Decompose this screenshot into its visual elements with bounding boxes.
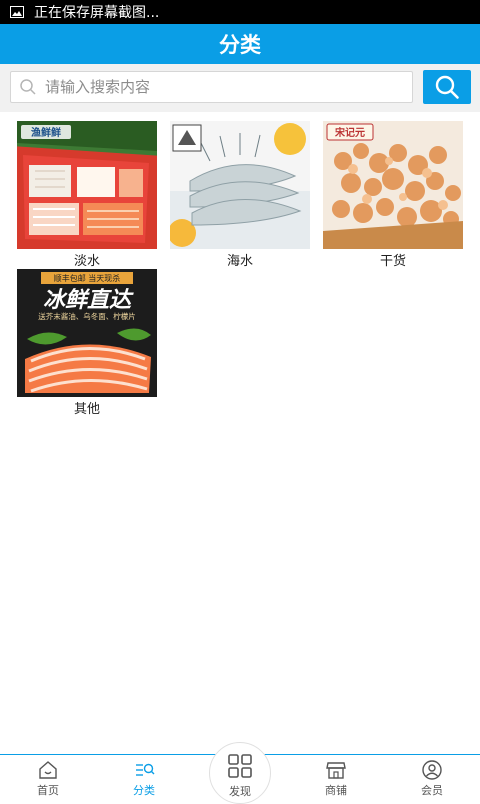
image-icon [10, 6, 24, 18]
nav-label: 首页 [37, 784, 59, 797]
page-title: 分类 [219, 33, 261, 57]
shop-icon [326, 762, 346, 779]
category-label: 其他 [73, 402, 100, 417]
salmon-ad-photo: 顺丰包邮 当天现杀 冰鲜直达 送芥末酱油、乌冬面、柠檬片 [17, 269, 157, 397]
status-bar: 正在保存屏幕截图... [0, 0, 480, 24]
search-area [0, 64, 480, 112]
sashimi-platter-photo: 渔鲜鲜 [17, 121, 157, 249]
search-button[interactable] [423, 70, 471, 104]
nav-item-shop[interactable]: 商铺 [288, 755, 384, 800]
search-input[interactable] [45, 78, 385, 96]
brand-logo: 宋记元 [334, 126, 365, 139]
category-label: 干货 [379, 254, 406, 269]
brand-logo: 渔鲜鲜 [31, 126, 61, 139]
ad-title-text: 冰鲜直达 [43, 288, 134, 313]
dried-shrimp-photo: 宋记元 [323, 121, 463, 249]
search-icon [435, 75, 459, 99]
user-icon [422, 760, 442, 780]
category-card-freshwater[interactable]: 渔鲜鲜 淡水 [17, 121, 157, 271]
nav-label: 会员 [421, 784, 443, 797]
category-label: 海水 [226, 254, 253, 269]
status-text: 正在保存屏幕截图... [34, 5, 160, 21]
nav-label: 分类 [133, 784, 155, 797]
ad-top-text: 顺丰包邮 当天现杀 [54, 273, 121, 283]
search-icon [20, 79, 36, 95]
category-card-seawater[interactable]: 海水 [170, 121, 310, 271]
shrimp-on-ice-photo [170, 121, 310, 249]
nav-label: 商铺 [325, 784, 347, 797]
nav-item-category[interactable]: 分类 [96, 755, 192, 800]
category-card-dried-goods[interactable]: 宋记元 干货 [323, 121, 463, 271]
nav-item-home[interactable]: 首页 [0, 755, 96, 800]
home-icon [39, 761, 57, 779]
nav-item-member[interactable]: 会员 [384, 755, 480, 800]
grid-icon [228, 754, 252, 778]
category-icon [136, 763, 155, 776]
ad-subtitle-text: 送芥末酱油、乌冬面、柠檬片 [38, 311, 136, 321]
nav-label: 发现 [229, 785, 251, 798]
title-bar: 分类 [0, 24, 480, 64]
search-box[interactable] [10, 71, 413, 103]
category-card-other[interactable]: 顺丰包邮 当天现杀 冰鲜直达 送芥末酱油、乌冬面、柠檬片 其他 [17, 269, 157, 419]
